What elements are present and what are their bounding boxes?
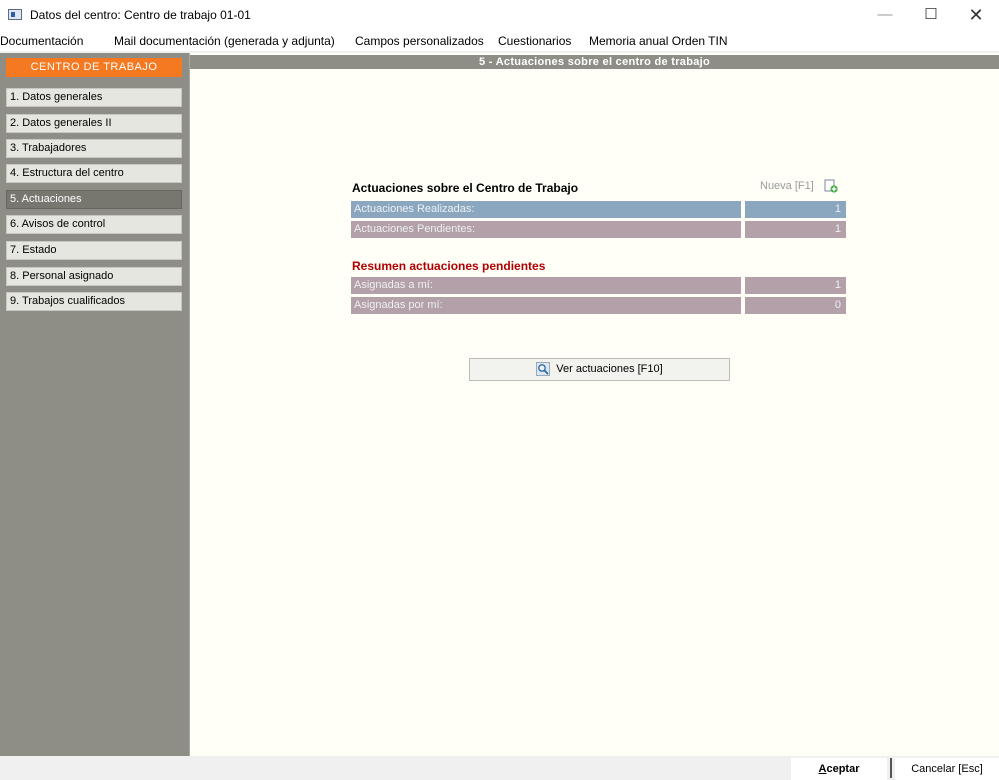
view-actions-label: Ver actuaciones [F10] (556, 363, 663, 375)
window-title: Datos del centro: Centro de trabajo 01-0… (30, 8, 251, 22)
magnifier-icon (536, 362, 551, 377)
main-content: 5 - Actuaciones sobre el centro de traba… (189, 53, 999, 756)
row-label: Actuaciones Pendientes: (351, 221, 741, 238)
button-separator (890, 758, 892, 778)
menu-cuestionarios[interactable]: Cuestionarios (498, 34, 571, 48)
row-value: 0 (745, 297, 846, 314)
new-action-link[interactable]: Nueva [F1] (760, 180, 814, 192)
sidebar-item-datos-generales-ii[interactable]: 2. Datos generales II (6, 114, 182, 133)
row-asignadas-a-mi[interactable]: Asignadas a mí: 1 (351, 277, 846, 294)
sidebar-item-estado[interactable]: 7. Estado (6, 241, 182, 260)
menu-mail-documentacion[interactable]: Mail documentación (generada y adjunta) (114, 34, 335, 48)
add-document-icon[interactable] (824, 179, 838, 193)
maximize-button[interactable]: ☐ (908, 0, 954, 30)
row-value: 1 (745, 201, 846, 218)
row-value: 1 (745, 277, 846, 294)
sidebar-item-datos-generales[interactable]: 1. Datos generales (6, 88, 182, 107)
minimize-button[interactable]: — (862, 0, 908, 30)
row-actuaciones-realizadas[interactable]: Actuaciones Realizadas: 1 (351, 201, 846, 218)
menu-memoria-anual[interactable]: Memoria anual Orden TIN (589, 34, 728, 48)
app-window-icon (8, 9, 22, 20)
sidebar-item-actuaciones[interactable]: 5. Actuaciones (6, 190, 182, 209)
sidebar-item-trabajadores[interactable]: 3. Trabajadores (6, 139, 182, 158)
sidebar-header: CENTRO DE TRABAJO (6, 58, 182, 77)
row-label: Asignadas a mí: (351, 277, 741, 294)
summary-title: Resumen actuaciones pendientes (352, 259, 546, 273)
accept-label: ceptar (826, 763, 860, 775)
menu-documentacion[interactable]: Documentación (0, 34, 83, 48)
sidebar-item-trabajos-cualificados[interactable]: 9. Trabajos cualificados (6, 292, 182, 311)
row-actuaciones-pendientes[interactable]: Actuaciones Pendientes: 1 (351, 221, 846, 238)
row-label: Actuaciones Realizadas: (351, 201, 741, 218)
menu-campos-personalizados[interactable]: Campos personalizados (355, 34, 484, 48)
row-value: 1 (745, 221, 846, 238)
menu-bar: Documentación Mail documentación (genera… (0, 30, 999, 51)
view-actions-button[interactable]: Ver actuaciones [F10] (469, 358, 730, 381)
content-header: 5 - Actuaciones sobre el centro de traba… (190, 55, 999, 69)
bottom-bar: Aceptar Cancelar [Esc] (0, 756, 999, 780)
row-label: Asignadas por mí: (351, 297, 741, 314)
close-button[interactable]: ✕ (953, 0, 999, 30)
section-title: Actuaciones sobre el Centro de Trabajo (352, 181, 579, 195)
sidebar-item-estructura-del-centro[interactable]: 4. Estructura del centro (6, 164, 182, 183)
sidebar: CENTRO DE TRABAJO 1. Datos generales 2. … (0, 53, 189, 756)
title-bar: Datos del centro: Centro de trabajo 01-0… (0, 0, 999, 30)
cancel-button[interactable]: Cancelar [Esc] (895, 758, 999, 780)
accept-button[interactable]: Aceptar (791, 758, 887, 780)
row-asignadas-por-mi[interactable]: Asignadas por mí: 0 (351, 297, 846, 314)
sidebar-item-avisos-de-control[interactable]: 6. Avisos de control (6, 215, 182, 234)
sidebar-item-personal-asignado[interactable]: 8. Personal asignado (6, 267, 182, 286)
